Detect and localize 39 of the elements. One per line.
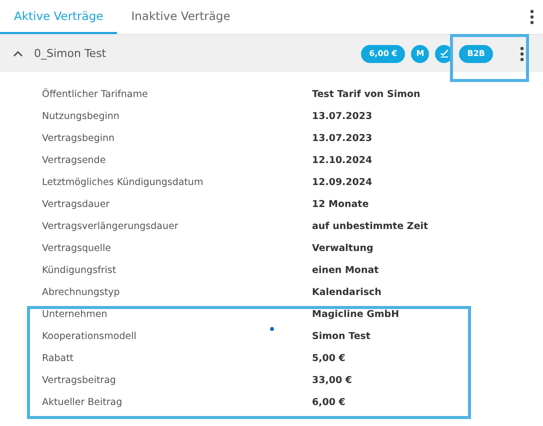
field-label: Vertragsbeginn (42, 132, 116, 144)
tab[interactable]: Inaktive Verträge (117, 0, 244, 34)
tag: B2B (459, 44, 493, 62)
field-label: Abrechnungstyp (42, 286, 121, 298)
field-label: Öffentlicher Tarifname (42, 88, 149, 100)
field-value: 13.07.2023 (312, 132, 374, 144)
field-value: 12.10.2024 (312, 154, 374, 166)
field-value: einen Monat (312, 264, 380, 276)
field-value: Magicline GmbH (312, 308, 400, 320)
field-value: 5,00 € (312, 352, 346, 364)
field-label: Vertragsquelle (42, 242, 112, 254)
field-label: Rabatt (42, 352, 75, 364)
field-label: Vertragsbeitrag (42, 374, 117, 386)
field-label: Letztmögliches Kündigungsdatum (42, 176, 204, 188)
field-label: Vertragsdauer (42, 198, 111, 210)
tag: 6,00 € (361, 44, 406, 62)
field-value: Kalendarisch (312, 286, 382, 298)
more-icon[interactable] (519, 46, 525, 62)
field-label: Nutzungsbeginn (42, 110, 120, 122)
field-value: 33,00 € (312, 374, 353, 386)
field-label: Aktueller Beitrag (42, 396, 124, 408)
field-value: Simon Test (312, 330, 372, 342)
field-value: Test Tarif von Simon (312, 88, 422, 100)
field-value: auf unbestimmte Zeit (312, 220, 430, 232)
field-value: 12 Monate (312, 198, 370, 210)
contract-header[interactable]: 0_Simon Test 6,00 € M B2B (0, 35, 543, 72)
field-value: 6,00 € (312, 396, 346, 408)
field-label: Kündigungsfrist (42, 264, 118, 276)
field-label: Vertragsverlängerungsdauer (42, 220, 180, 232)
field-value: 12.09.2024 (312, 176, 374, 188)
contract-title: 0_Simon Test (34, 47, 106, 60)
field-value: Verwaltung (312, 242, 374, 254)
field-label: Vertragsende (42, 154, 107, 166)
marker-dot (270, 327, 274, 331)
field-value: 13.07.2023 (312, 110, 374, 122)
field-label: Unternehmen (42, 308, 108, 320)
field-label: Kooperationsmodell (42, 330, 138, 342)
more-icon[interactable] (529, 9, 535, 25)
tag: M (411, 44, 430, 62)
